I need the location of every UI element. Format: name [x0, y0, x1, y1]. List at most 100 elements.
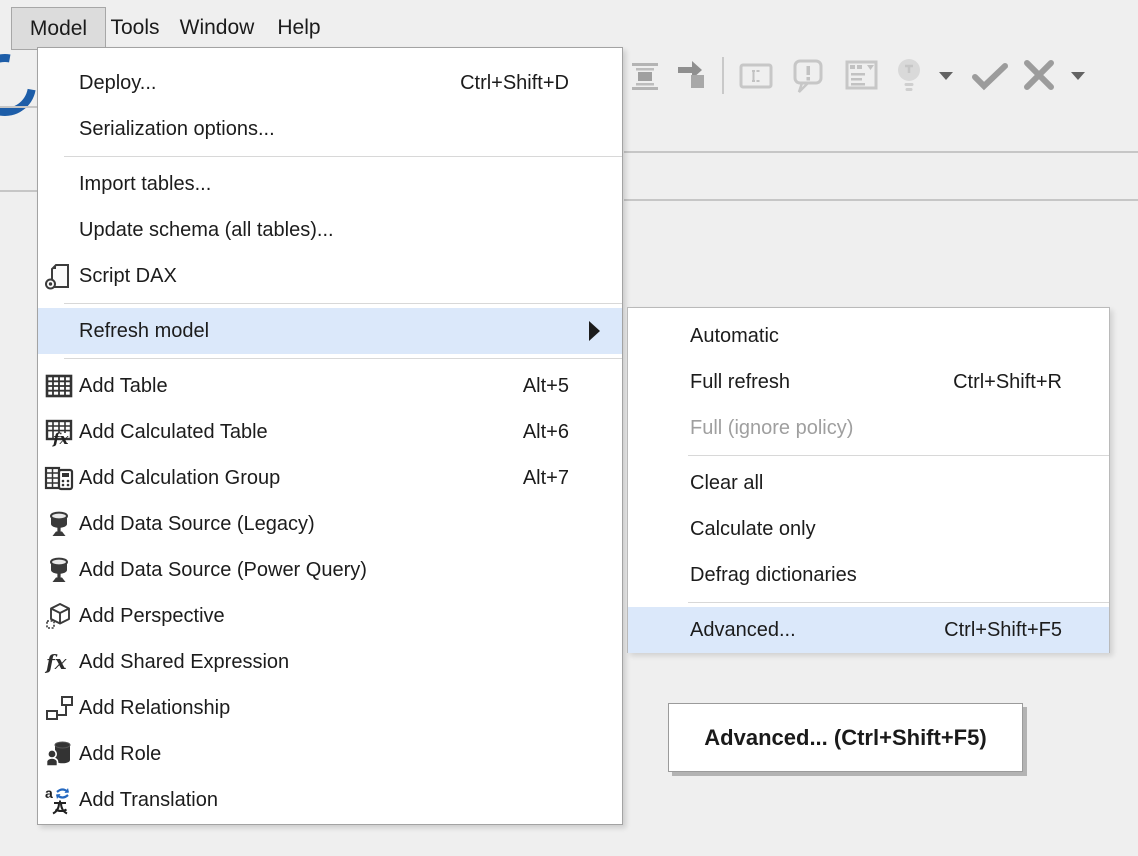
menu-item-add-calculated-table[interactable]: fx Add Calculated Table Alt+6: [38, 409, 622, 455]
cancel-button[interactable]: [1020, 58, 1058, 92]
icon-slot: [38, 371, 79, 401]
menu-item-serialization-options[interactable]: Serialization options...: [38, 106, 622, 152]
menubar-item-window[interactable]: Window: [174, 7, 260, 48]
menu-item-label: Add Data Source (Legacy): [79, 513, 622, 536]
menu-item-label: Add Calculation Group: [79, 467, 523, 490]
selection-box-button[interactable]: [738, 59, 774, 93]
svg-text:fx: fx: [52, 430, 69, 447]
menu-item-label: Add Role: [79, 743, 622, 766]
submenu-item-advanced[interactable]: Advanced... Ctrl+Shift+F5: [628, 607, 1109, 653]
calculation-group-icon: [44, 463, 74, 493]
menu-item-shortcut: Ctrl+Shift+F5: [944, 619, 1062, 642]
menubar-item-model[interactable]: Model: [11, 7, 106, 50]
chevron-down-icon: [938, 70, 954, 81]
accept-button[interactable]: [970, 58, 1010, 92]
submenu-item-clear-all[interactable]: Clear all: [628, 460, 1109, 506]
tabrow-divider: [624, 199, 1138, 201]
menu-item-shortcut: Ctrl+Shift+D: [460, 72, 569, 95]
menubar-item-label: Model: [30, 17, 87, 41]
menu-separator: [688, 455, 1109, 456]
icon-slot: [38, 463, 79, 493]
menu-item-label: Clear all: [690, 472, 1109, 495]
menubar-item-label: Tools: [110, 16, 159, 40]
fx-icon: fx: [44, 647, 74, 677]
menu-item-label: Import tables...: [79, 173, 622, 196]
icon-slot: [38, 509, 79, 539]
check-icon: [970, 58, 1010, 92]
submenu-item-full-refresh[interactable]: Full refresh Ctrl+Shift+R: [628, 359, 1109, 405]
menu-item-shortcut: Alt+7: [523, 467, 569, 490]
menu-item-label: Full (ignore policy): [690, 417, 1109, 440]
x-icon: [1020, 58, 1058, 92]
submenu-item-calculate-only[interactable]: Calculate only: [628, 506, 1109, 552]
menu-item-label: Refresh model: [79, 320, 622, 343]
goto-reference-icon: [674, 58, 710, 94]
menu-item-add-calculation-group[interactable]: Add Calculation Group Alt+7: [38, 455, 622, 501]
icon-slot: a: [38, 785, 79, 815]
menu-item-label: Script DAX: [79, 265, 622, 288]
submenu-item-automatic[interactable]: Automatic: [628, 313, 1109, 359]
tooltip-advanced: Advanced... (Ctrl+Shift+F5): [668, 703, 1023, 772]
icon-slot: [38, 739, 79, 769]
calculated-table-icon: fx: [44, 417, 74, 447]
menu-separator: [64, 358, 622, 359]
menu-item-label: Add Shared Expression: [79, 651, 622, 674]
lightbulb-icon: [892, 56, 926, 96]
menubar-item-label: Help: [277, 16, 320, 40]
cancel-dropdown[interactable]: [1070, 70, 1086, 81]
format-columns-button[interactable]: [628, 58, 662, 92]
menubar-item-help[interactable]: Help: [268, 7, 330, 48]
menu-item-add-data-source-legacy[interactable]: Add Data Source (Legacy): [38, 501, 622, 547]
menu-item-label: Add Calculated Table: [79, 421, 523, 444]
menu-item-label: Serialization options...: [79, 118, 622, 141]
icon-slot: [38, 693, 79, 723]
submenu-arrow-icon: [589, 321, 600, 341]
menu-item-update-schema[interactable]: Update schema (all tables)...: [38, 207, 622, 253]
model-menu: Deploy... Ctrl+Shift+D Serialization opt…: [37, 47, 623, 825]
menu-item-import-tables[interactable]: Import tables...: [38, 161, 622, 207]
menu-item-label: Add Data Source (Power Query): [79, 559, 622, 582]
menu-item-label: Add Relationship: [79, 697, 622, 720]
menu-item-add-translation[interactable]: a Add Translation: [38, 777, 622, 823]
toolbar-bottom-divider: [624, 151, 1138, 153]
svg-text:fx: fx: [44, 650, 68, 674]
submenu-item-defrag-dictionaries[interactable]: Defrag dictionaries: [628, 552, 1109, 598]
left-panel-divider: [0, 190, 37, 192]
best-practices-dropdown[interactable]: [938, 70, 954, 81]
menu-item-refresh-model[interactable]: Refresh model: [38, 308, 622, 354]
translation-icon: a: [44, 785, 74, 815]
menu-item-add-shared-expression[interactable]: fx Add Shared Expression: [38, 639, 622, 685]
perspective-icon: [44, 601, 74, 631]
table-icon: [44, 371, 74, 401]
comment-warning-button[interactable]: [790, 57, 826, 95]
menu-separator: [64, 156, 622, 157]
menu-item-label: Full refresh: [690, 371, 953, 394]
data-source-icon: [44, 555, 74, 585]
goto-reference-button[interactable]: [674, 58, 710, 94]
menu-item-label: Add Perspective: [79, 605, 622, 628]
icon-slot: [38, 601, 79, 631]
menu-item-add-role[interactable]: Add Role: [38, 731, 622, 777]
menu-item-add-data-source-power-query[interactable]: Add Data Source (Power Query): [38, 547, 622, 593]
submenu-item-full-ignore-policy: Full (ignore policy): [628, 405, 1109, 451]
refresh-model-submenu: Automatic Full refresh Ctrl+Shift+R Full…: [627, 307, 1110, 653]
menu-item-label: Add Table: [79, 375, 523, 398]
icon-slot: [38, 555, 79, 585]
icon-slot: fx: [38, 647, 79, 677]
app-window: Model Tools Window Help: [0, 0, 1138, 856]
properties-window-button[interactable]: [843, 57, 881, 95]
menubar-item-tools[interactable]: Tools: [104, 7, 166, 48]
menu-item-script-dax[interactable]: Script DAX: [38, 253, 622, 299]
menu-item-add-perspective[interactable]: Add Perspective: [38, 593, 622, 639]
menu-item-label: Calculate only: [690, 518, 1109, 541]
menubar-item-label: Window: [180, 16, 255, 40]
tooltip-text: Advanced... (Ctrl+Shift+F5): [704, 725, 986, 751]
menu-item-deploy[interactable]: Deploy... Ctrl+Shift+D: [38, 60, 622, 106]
menu-separator: [64, 303, 622, 304]
menu-item-add-relationship[interactable]: Add Relationship: [38, 685, 622, 731]
menu-item-add-table[interactable]: Add Table Alt+5: [38, 363, 622, 409]
selection-box-icon: [738, 59, 774, 93]
best-practices-button[interactable]: [892, 56, 926, 96]
menu-item-label: Deploy...: [79, 72, 460, 95]
comment-warning-icon: [790, 57, 826, 95]
